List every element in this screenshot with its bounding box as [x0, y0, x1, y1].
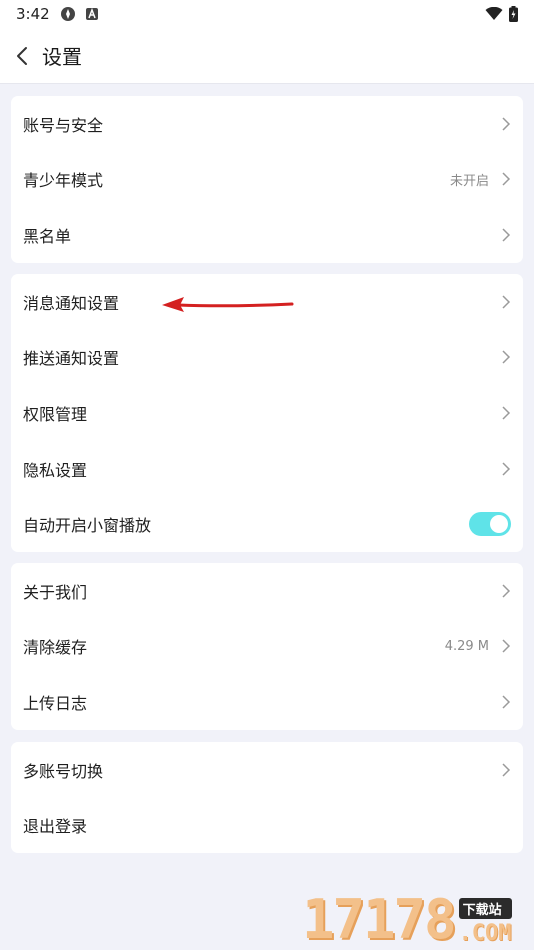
site-watermark: 17178 下载站 .COM: [302, 886, 528, 950]
battery-icon: [509, 6, 518, 22]
row-label: 黑名单: [23, 226, 72, 246]
settings-group-session: 多账号切换 退出登录: [11, 742, 523, 854]
watermark-badge: 下载站: [458, 898, 512, 919]
chevron-right-icon: [502, 639, 511, 653]
chevron-right-icon: [502, 295, 511, 309]
chevron-left-icon: [17, 46, 27, 65]
row-label: 青少年模式: [23, 171, 104, 191]
row-label: 退出登录: [23, 817, 88, 837]
row-label: 消息通知设置: [23, 293, 120, 313]
watermark-domain: .COM: [458, 921, 512, 946]
toggle-knob: [490, 515, 508, 534]
upload-log-row[interactable]: 上传日志: [11, 674, 523, 730]
auto-mini-window-toggle[interactable]: [469, 512, 511, 537]
about-us-row[interactable]: 关于我们: [11, 563, 523, 619]
account-security-row[interactable]: 账号与安全: [11, 96, 523, 152]
teen-mode-status: 未开启: [449, 173, 489, 189]
row-label: 推送通知设置: [23, 349, 120, 369]
chevron-right-icon: [502, 462, 511, 476]
auto-mini-window-row: 自动开启小窗播放: [11, 496, 523, 552]
chevron-right-icon: [502, 584, 511, 598]
blacklist-row[interactable]: 黑名单: [11, 207, 523, 263]
watermark-side: 下载站 .COM: [458, 898, 512, 946]
chevron-right-icon: [502, 350, 511, 364]
push-notification-row[interactable]: 推送通知设置: [11, 330, 523, 386]
row-label: 权限管理: [23, 404, 88, 424]
privacy-settings-row[interactable]: 隐私设置: [11, 441, 523, 497]
font-notification-icon: [85, 7, 98, 20]
back-button[interactable]: [12, 42, 32, 70]
row-label: 账号与安全: [23, 115, 104, 135]
settings-group-account: 账号与安全 青少年模式 未开启 黑名单: [11, 96, 523, 263]
row-label: 自动开启小窗播放: [23, 516, 152, 536]
clear-cache-row[interactable]: 清除缓存 4.29 M: [11, 619, 523, 675]
logout-row[interactable]: 退出登录: [11, 798, 523, 854]
chevron-right-icon: [502, 763, 511, 777]
row-label: 多账号切换: [23, 761, 104, 781]
chevron-right-icon: [502, 228, 511, 242]
row-label: 清除缓存: [23, 638, 88, 658]
chevron-right-icon: [502, 695, 511, 709]
row-label: 上传日志: [23, 693, 88, 713]
row-label: 隐私设置: [23, 460, 88, 480]
app-header: 设置: [0, 28, 534, 84]
watermark-number: 17178: [302, 888, 457, 950]
status-bar: 3:42: [0, 0, 534, 28]
teen-mode-row[interactable]: 青少年模式 未开启: [11, 152, 523, 208]
chevron-right-icon: [502, 172, 511, 186]
settings-group-about: 关于我们 清除缓存 4.29 M 上传日志: [11, 563, 523, 730]
chevron-right-icon: [502, 117, 511, 131]
cache-size: 4.29 M: [444, 638, 489, 654]
status-time: 3:42: [16, 5, 50, 23]
row-label: 关于我们: [23, 582, 88, 602]
switch-account-row[interactable]: 多账号切换: [11, 742, 523, 798]
page-title: 设置: [42, 45, 82, 69]
wifi-icon: [485, 7, 503, 20]
app-notification-icon: [60, 7, 75, 21]
annotation-arrow-icon: [162, 297, 294, 312]
chevron-right-icon: [502, 406, 511, 420]
permission-management-row[interactable]: 权限管理: [11, 385, 523, 441]
